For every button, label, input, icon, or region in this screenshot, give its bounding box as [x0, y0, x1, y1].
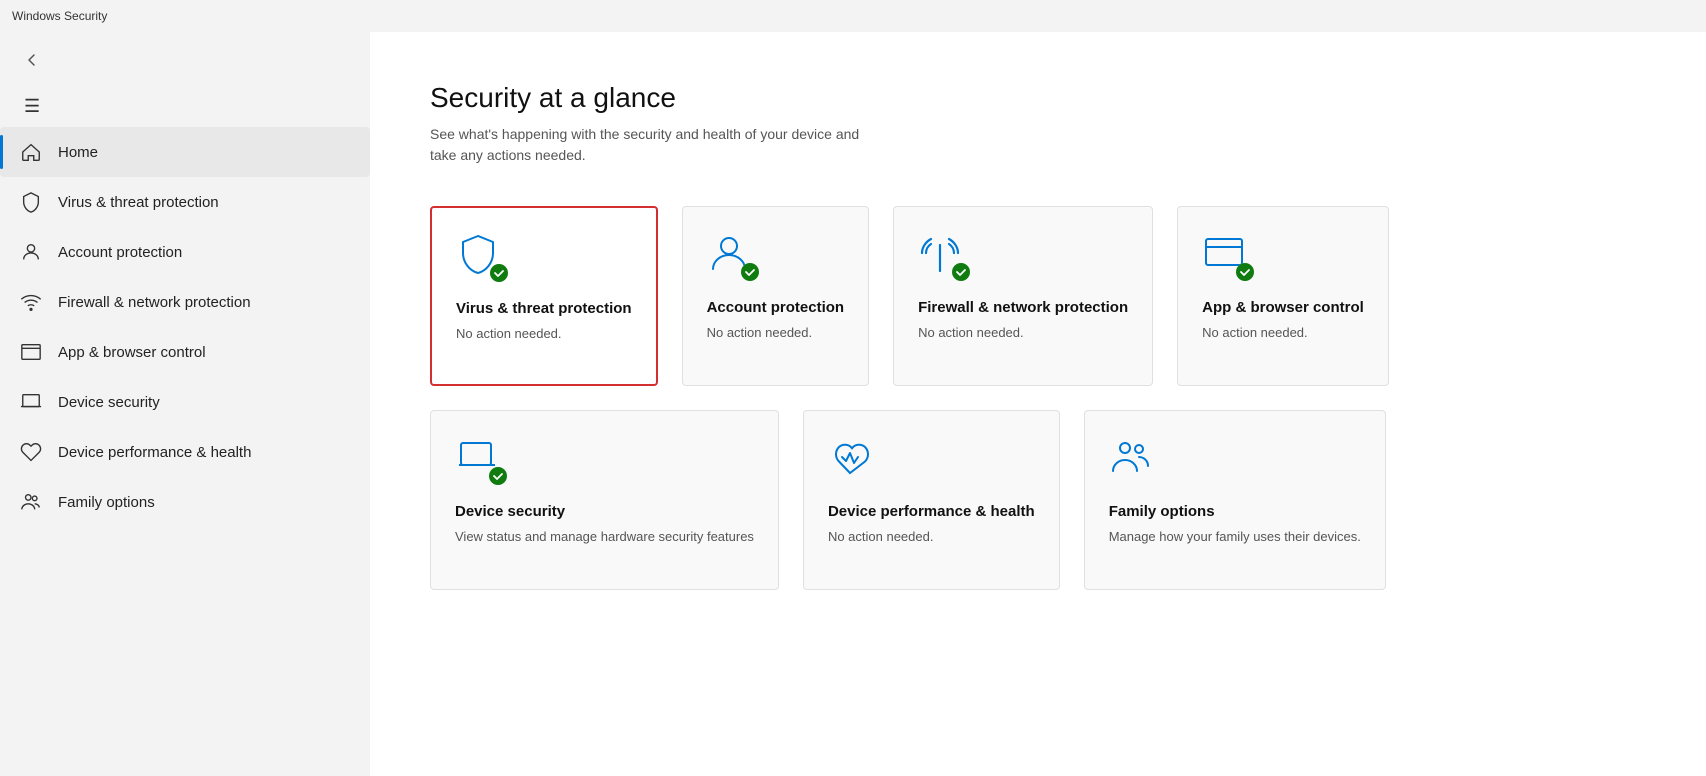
- sidebar-item-device-health[interactable]: Device performance & health: [0, 427, 370, 477]
- sidebar-item-virus[interactable]: Virus & threat protection: [0, 177, 370, 227]
- sidebar-item-device-security-label: Device security: [58, 394, 160, 411]
- title-bar: Windows Security: [0, 0, 1706, 32]
- sidebar-item-account[interactable]: Account protection: [0, 227, 370, 277]
- firewall-card-icon-area: [918, 231, 966, 279]
- device-security-check-badge: [489, 467, 507, 485]
- sidebar-item-device-security[interactable]: Device security: [0, 377, 370, 427]
- virus-card-desc: No action needed.: [456, 325, 632, 343]
- heart-icon: [20, 441, 42, 463]
- account-check-badge: [741, 263, 759, 281]
- app-body: ☰ Home Virus & threat protection: [0, 32, 1706, 776]
- firewall-card[interactable]: Firewall & network protection No action …: [893, 206, 1153, 386]
- account-card-title: Account protection: [707, 297, 845, 318]
- virus-check-badge: [490, 264, 508, 282]
- device-health-card[interactable]: Device performance & health No action ne…: [803, 410, 1060, 590]
- virus-card[interactable]: Virus & threat protection No action need…: [430, 206, 658, 386]
- main-content: Security at a glance See what's happenin…: [370, 32, 1706, 776]
- sidebar-item-virus-label: Virus & threat protection: [58, 194, 219, 211]
- sidebar-item-family[interactable]: Family options: [0, 477, 370, 527]
- sidebar-item-firewall-label: Firewall & network protection: [58, 294, 251, 311]
- virus-card-title: Virus & threat protection: [456, 298, 632, 319]
- cards-row-2: Device security View status and manage h…: [430, 410, 1646, 590]
- sidebar-item-account-label: Account protection: [58, 244, 182, 261]
- device-health-card-desc: No action needed.: [828, 528, 1035, 546]
- hamburger-icon: ☰: [24, 96, 40, 117]
- browser-icon: [20, 341, 42, 363]
- sidebar-item-home[interactable]: Home: [0, 127, 370, 177]
- app-browser-check-badge: [1236, 263, 1254, 281]
- device-health-card-icon-area: [828, 435, 876, 483]
- firewall-card-title: Firewall & network protection: [918, 297, 1128, 318]
- sidebar-hamburger[interactable]: ☰: [12, 86, 358, 127]
- device-health-card-title: Device performance & health: [828, 501, 1035, 522]
- cards-row-1: Virus & threat protection No action need…: [430, 206, 1646, 386]
- sidebar-item-app-browser[interactable]: App & browser control: [0, 327, 370, 377]
- device-security-card-icon-area: [455, 435, 503, 483]
- wifi-icon: [20, 291, 42, 313]
- sidebar: ☰ Home Virus & threat protection: [0, 32, 370, 776]
- family-card-title: Family options: [1109, 501, 1361, 522]
- account-card-desc: No action needed.: [707, 324, 845, 342]
- person-icon: [20, 241, 42, 263]
- device-security-card-desc: View status and manage hardware security…: [455, 528, 754, 546]
- sidebar-item-firewall[interactable]: Firewall & network protection: [0, 277, 370, 327]
- app-browser-card-desc: No action needed.: [1202, 324, 1364, 342]
- virus-card-icon-area: [456, 232, 504, 280]
- sidebar-item-device-health-label: Device performance & health: [58, 444, 251, 461]
- family-icon: [20, 491, 42, 513]
- laptop-icon: [20, 391, 42, 413]
- account-card[interactable]: Account protection No action needed.: [682, 206, 870, 386]
- firewall-check-badge: [952, 263, 970, 281]
- device-security-card[interactable]: Device security View status and manage h…: [430, 410, 779, 590]
- back-button[interactable]: [12, 40, 52, 80]
- shield-icon: [20, 191, 42, 213]
- family-card-desc: Manage how your family uses their device…: [1109, 528, 1361, 546]
- sidebar-item-app-browser-label: App & browser control: [58, 344, 206, 361]
- family-card[interactable]: Family options Manage how your family us…: [1084, 410, 1386, 590]
- app-title: Windows Security: [12, 9, 107, 23]
- app-browser-card-icon-area: [1202, 231, 1250, 279]
- page-title: Security at a glance: [430, 82, 1646, 114]
- sidebar-item-family-label: Family options: [58, 494, 155, 511]
- device-security-card-title: Device security: [455, 501, 754, 522]
- account-card-icon-area: [707, 231, 755, 279]
- app-browser-card[interactable]: App & browser control No action needed.: [1177, 206, 1389, 386]
- home-icon: [20, 141, 42, 163]
- firewall-card-desc: No action needed.: [918, 324, 1128, 342]
- family-card-icon-area: [1109, 435, 1157, 483]
- page-subtitle: See what's happening with the security a…: [430, 124, 880, 166]
- sidebar-top-controls: ☰: [0, 32, 370, 127]
- sidebar-item-home-label: Home: [58, 144, 98, 161]
- app-browser-card-title: App & browser control: [1202, 297, 1364, 318]
